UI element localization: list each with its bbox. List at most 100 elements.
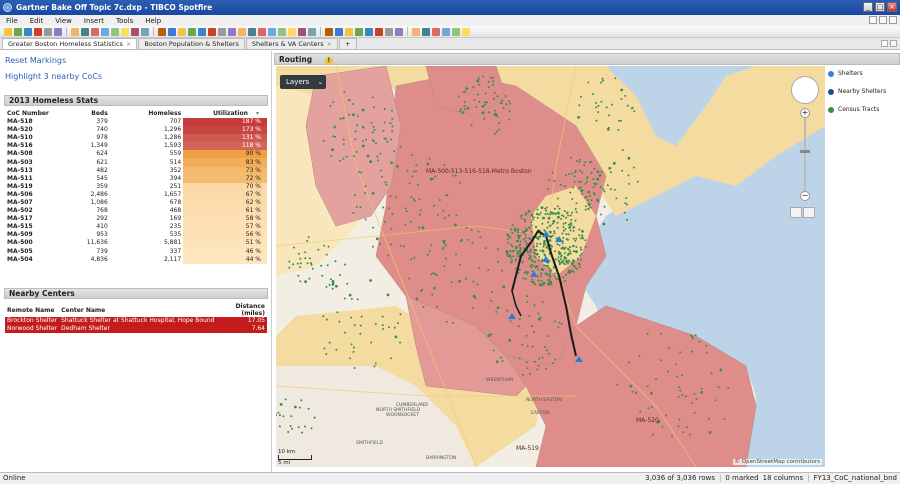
table-icon[interactable] [81, 27, 89, 36]
cross-table-icon[interactable] [308, 27, 316, 36]
sort-icon[interactable] [412, 27, 420, 36]
warning-icon[interactable]: ! [324, 57, 333, 65]
reset-markings-link[interactable]: Reset Markings [5, 56, 66, 65]
table-row[interactable]: MA-508 624 559 90 % [5, 150, 267, 159]
table-row[interactable]: MA-517 292 169 58 % [5, 215, 267, 224]
redo-icon[interactable] [385, 27, 393, 36]
active-data-table[interactable]: FY13_CoC_national_bnd [814, 473, 897, 484]
table-icon[interactable] [248, 27, 256, 36]
nearby-centers-table[interactable]: Remote Name Center Name Distance (miles)… [5, 303, 267, 333]
line-chart-icon[interactable] [101, 27, 109, 36]
menu-tools[interactable]: Tools [116, 17, 133, 25]
bar-chart-icon[interactable] [432, 27, 440, 36]
cross-table-icon[interactable] [141, 27, 149, 36]
pie-chart-icon[interactable] [288, 27, 296, 36]
table-row[interactable]: MA-519 359 251 70 % [5, 182, 267, 191]
column-header-beds[interactable]: Beds [72, 109, 110, 118]
menu-help[interactable]: Help [145, 17, 161, 25]
minimize-button[interactable]: _ [863, 2, 873, 12]
doc-minimize-button[interactable] [869, 16, 877, 24]
select-tool-icon[interactable] [790, 207, 802, 218]
filter-icon[interactable] [54, 27, 62, 36]
table-row[interactable]: MA-504 4,836 2,117 44 % [5, 255, 267, 264]
pie-chart-icon[interactable] [121, 27, 129, 36]
table-row[interactable]: Norwood Shelter Dedham Shelter 7.64 [5, 325, 267, 333]
bar-chart-icon[interactable] [258, 27, 266, 36]
add-page-tab[interactable]: + [339, 38, 357, 49]
table-row[interactable]: MA-507 1,086 678 62 % [5, 198, 267, 208]
undo-icon[interactable] [375, 27, 383, 36]
sort-icon[interactable] [238, 27, 246, 36]
redo-icon[interactable] [218, 27, 226, 36]
open-icon[interactable] [355, 27, 363, 36]
pan-hand-tool-icon[interactable] [803, 207, 815, 218]
sort-icon[interactable] [71, 27, 79, 36]
legend-item-shelters[interactable]: Shelters [828, 70, 898, 77]
homeless-stats-table[interactable]: CoC Number Beds Homeless Utilization ▾ M… [5, 109, 267, 264]
tab-greater-boston-homeless-statistics[interactable]: Greater Boston Homeless Statistics × [2, 38, 138, 49]
menu-file[interactable]: File [6, 17, 18, 25]
line-chart-icon[interactable] [442, 27, 450, 36]
menu-edit[interactable]: Edit [30, 17, 44, 25]
map-icon[interactable] [298, 27, 306, 36]
new-icon[interactable] [178, 27, 186, 36]
table-row[interactable]: Brockton Shelter Shattuck Shelter at Shat… [5, 317, 267, 325]
map-canvas[interactable]: MA-500-513-516-518-Metro Boston MA-520 M… [276, 66, 825, 467]
table-icon[interactable] [422, 27, 430, 36]
filter-icon[interactable] [395, 27, 403, 36]
filter-icon[interactable] [228, 27, 236, 36]
map-icon[interactable] [131, 27, 139, 36]
menu-view[interactable]: View [55, 17, 72, 25]
column-header-homeless[interactable]: Homeless [110, 109, 183, 118]
pan-control[interactable] [791, 76, 819, 104]
table-row[interactable]: MA-516 1,349 1,593 118 % [5, 142, 267, 151]
table-row[interactable]: MA-513 482 352 73 % [5, 166, 267, 175]
column-header-coc[interactable]: CoC Number [5, 109, 72, 118]
undo-icon[interactable] [208, 27, 216, 36]
table-row[interactable]: MA-506 2,486 1,657 67 % [5, 190, 267, 199]
table-row[interactable]: MA-511 545 394 72 % [5, 174, 267, 183]
tab-shelters-va-centers[interactable]: Shelters & VA Centers × [245, 38, 339, 49]
zoom-slider-handle[interactable] [800, 150, 810, 153]
table-row[interactable]: MA-518 379 707 187 % [5, 118, 267, 127]
scatter-icon[interactable] [452, 27, 460, 36]
save-icon[interactable] [365, 27, 373, 36]
save-icon[interactable] [24, 27, 32, 36]
new-icon[interactable] [345, 27, 353, 36]
scatter-icon[interactable] [111, 27, 119, 36]
table-row[interactable]: MA-503 621 514 83 % [5, 158, 267, 167]
new-icon[interactable] [4, 27, 12, 36]
scatter-icon[interactable] [278, 27, 286, 36]
pie-chart-icon[interactable] [462, 27, 470, 36]
doc-restore-button[interactable] [879, 16, 887, 24]
undo-icon[interactable] [34, 27, 42, 36]
menu-insert[interactable]: Insert [84, 17, 104, 25]
table-row[interactable]: MA-515 410 235 57 % [5, 223, 267, 232]
column-header-distance[interactable]: Distance (miles) [216, 303, 267, 317]
highlight-nearby-cocs-link[interactable]: Highlight 3 nearby CoCs [5, 72, 102, 81]
bar-chart-icon[interactable] [91, 27, 99, 36]
doc-close-button[interactable] [889, 16, 897, 24]
tab-close-icon[interactable]: × [327, 40, 332, 48]
close-window-button[interactable]: × [887, 2, 897, 12]
open-icon[interactable] [188, 27, 196, 36]
routing-map[interactable]: MA-500-513-516-518-Metro Boston MA-520 M… [276, 66, 825, 467]
maximize-button[interactable]: □ [875, 2, 885, 12]
open-icon[interactable] [14, 27, 22, 36]
zoom-slider-track[interactable] [804, 118, 806, 193]
text-area-icon[interactable] [325, 27, 333, 36]
zoom-in-button[interactable]: + [800, 108, 810, 118]
tab-close-icon[interactable]: × [126, 40, 131, 48]
table-row[interactable]: MA-502 768 468 61 % [5, 207, 267, 216]
table-row[interactable]: MA-505 739 337 46 % [5, 247, 267, 256]
legend-item-nearby-shelters[interactable]: Nearby Shelters [828, 88, 898, 95]
line-chart-icon[interactable] [268, 27, 276, 36]
table-row[interactable]: MA-500 11,636 5,881 51 % [5, 239, 267, 248]
tab-boston-population-shelters[interactable]: Boston Population & Shelters [138, 38, 245, 49]
column-header-remote-name[interactable]: Remote Name [5, 303, 59, 317]
table-row[interactable]: MA-509 953 535 56 % [5, 231, 267, 240]
page-nav-left-icon[interactable] [881, 40, 888, 47]
layers-button[interactable]: Layers ⌄ [280, 75, 326, 89]
legend-item-census-tracts[interactable]: Census Tracts [828, 106, 898, 113]
column-header-utilization[interactable]: Utilization ▾ [183, 109, 267, 118]
